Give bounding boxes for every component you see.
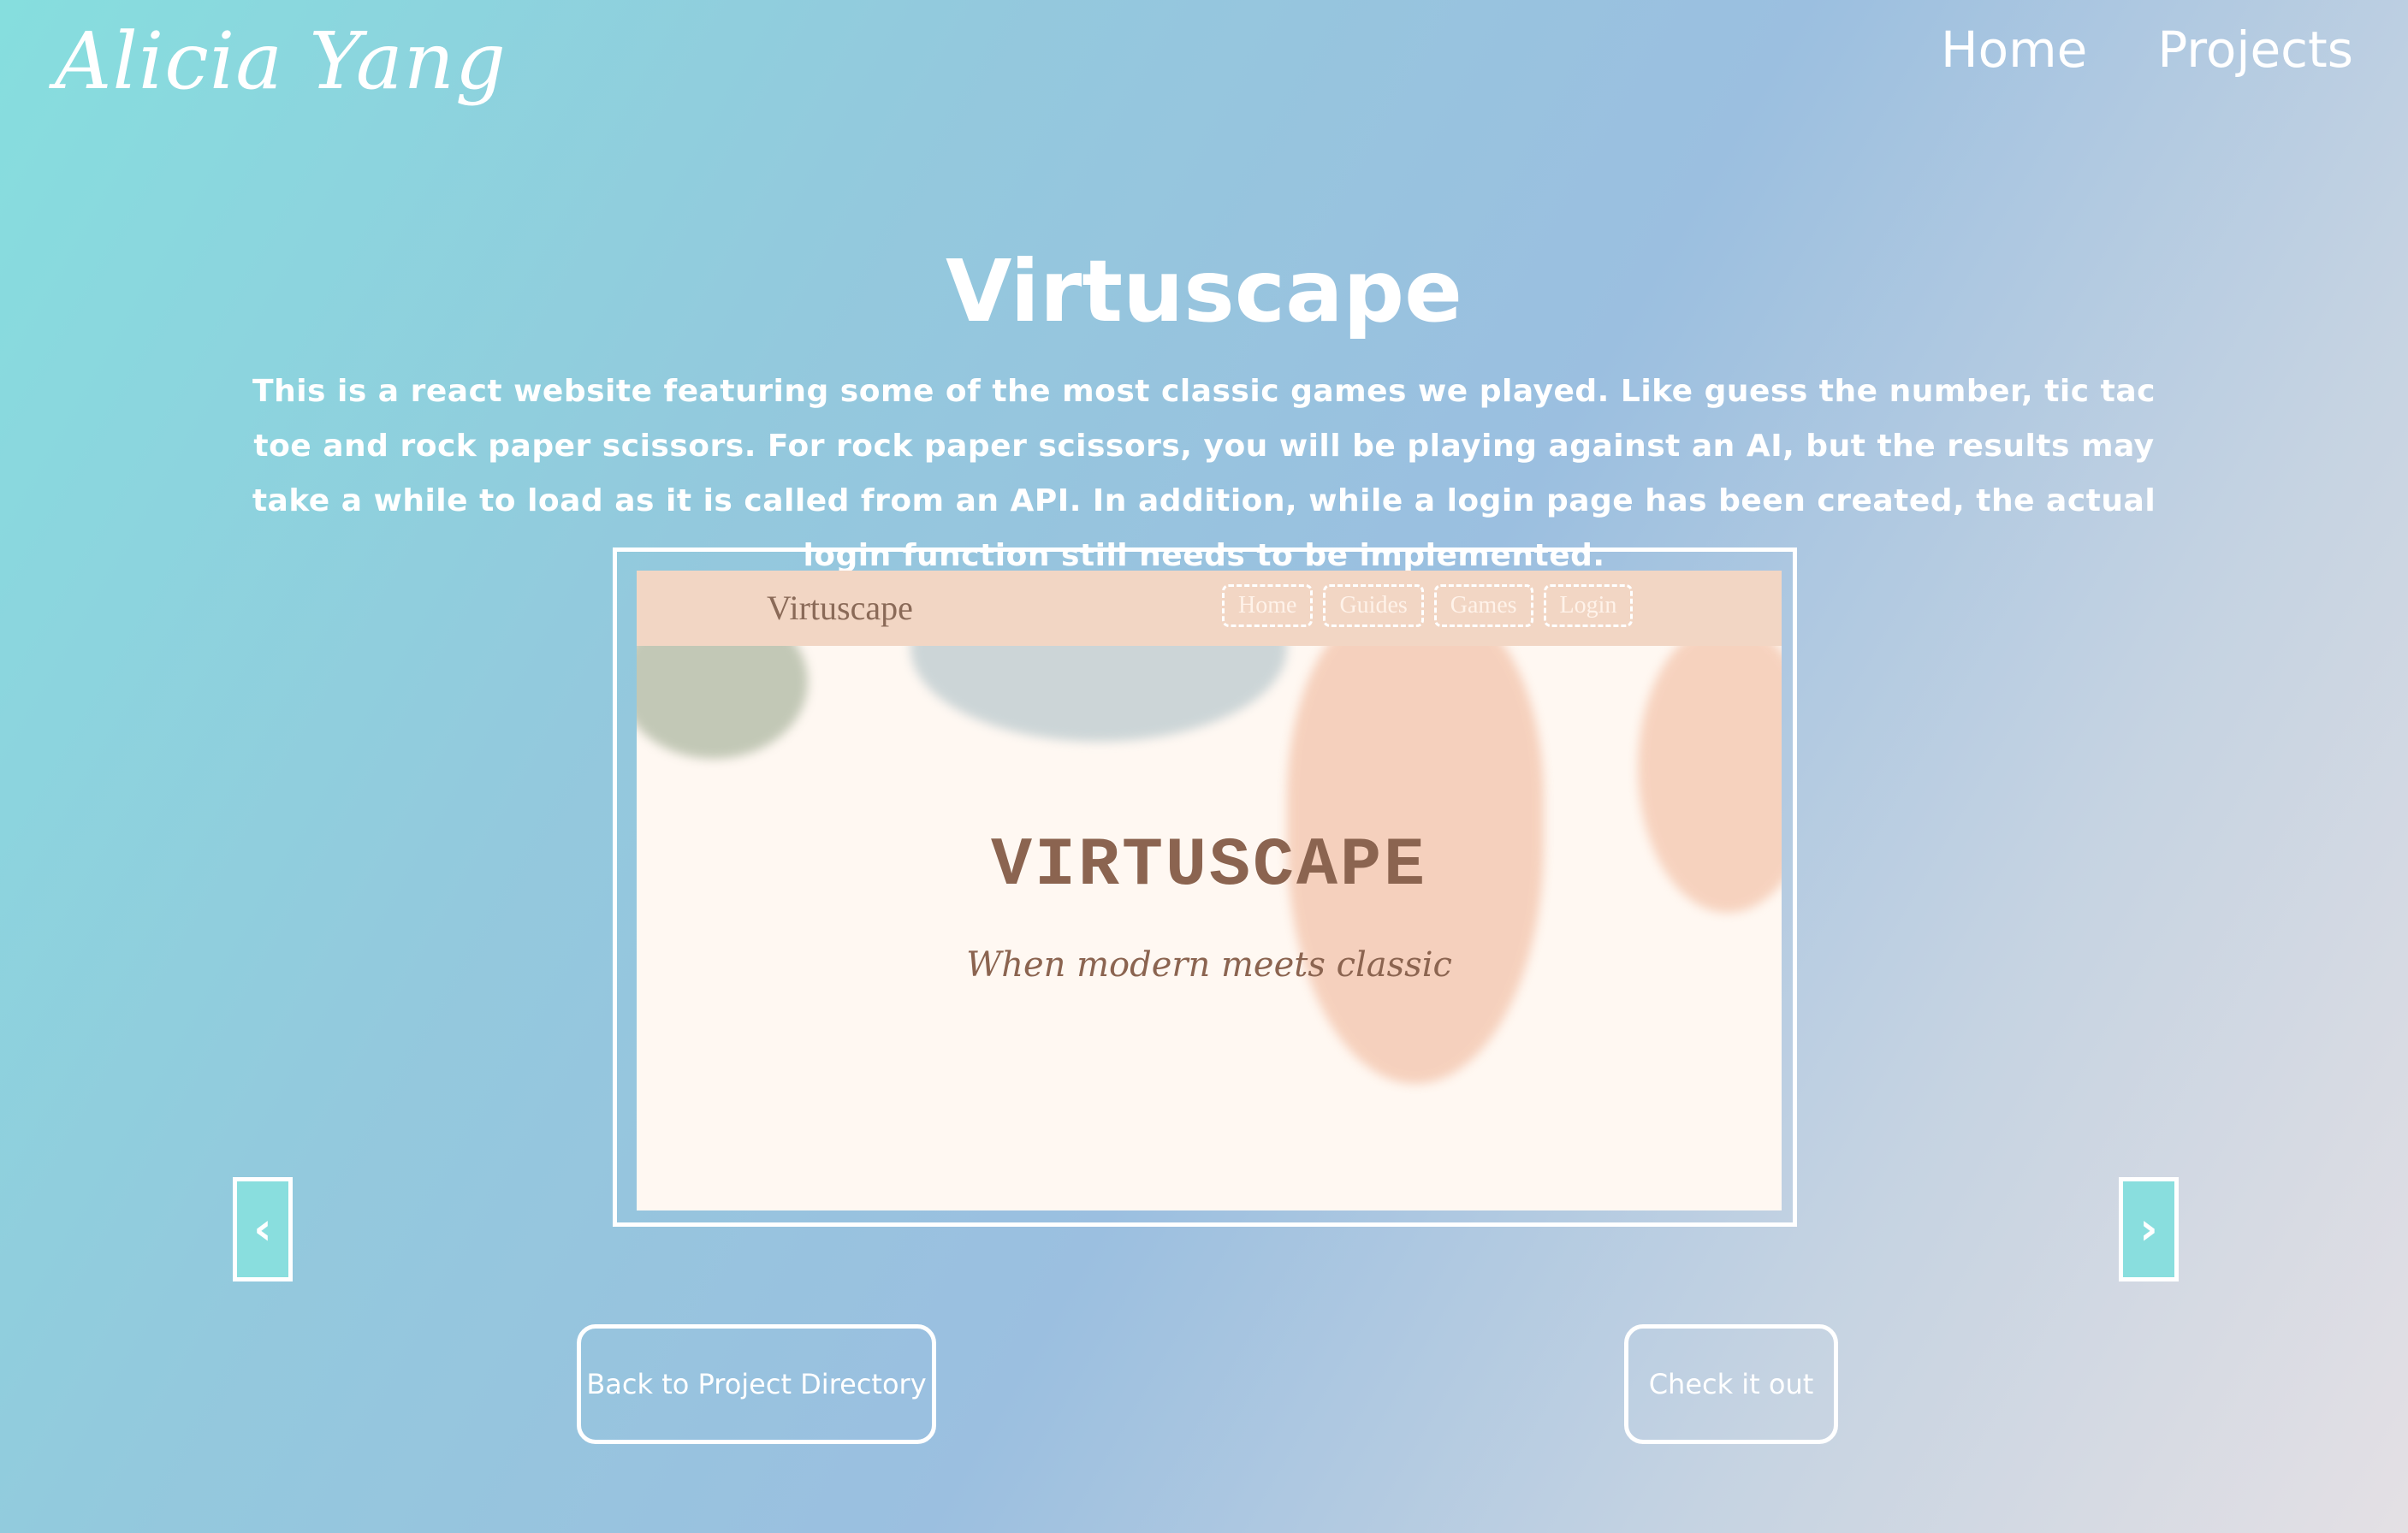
preview-link-login: Login (1543, 584, 1634, 627)
chevron-left-icon: ‹ (253, 1204, 272, 1255)
project-screenshot: Virtuscape Home Guides Games Login VIRTU… (637, 571, 1782, 1210)
carousel-next-button[interactable]: › (2119, 1177, 2179, 1281)
preview-link-games: Games (1433, 584, 1533, 627)
check-it-out-button[interactable]: Check it out (1624, 1324, 1838, 1444)
preview-hero-subtitle: When modern meets classic (966, 945, 1452, 985)
preview-nav-links: Home Guides Games Login (1222, 584, 1634, 627)
project-title: Virtuscape (946, 241, 1462, 341)
preview-brand: Virtuscape (767, 589, 913, 627)
main-nav: Home Projects (1941, 21, 2353, 79)
nav-home-link[interactable]: Home (1941, 21, 2087, 79)
site-logo[interactable]: Alicia Yang (55, 15, 507, 107)
chevron-right-icon: › (2139, 1204, 2158, 1255)
preview-link-guides: Guides (1323, 584, 1424, 627)
nav-projects-link[interactable]: Projects (2157, 21, 2353, 79)
preview-link-home: Home (1222, 584, 1314, 627)
back-to-directory-button[interactable]: Back to Project Directory (577, 1324, 936, 1444)
carousel-prev-button[interactable]: ‹ (233, 1177, 293, 1281)
preview-navbar: Virtuscape Home Guides Games Login (637, 571, 1782, 646)
preview-hero-title: VIRTUSCAPE (990, 827, 1428, 905)
